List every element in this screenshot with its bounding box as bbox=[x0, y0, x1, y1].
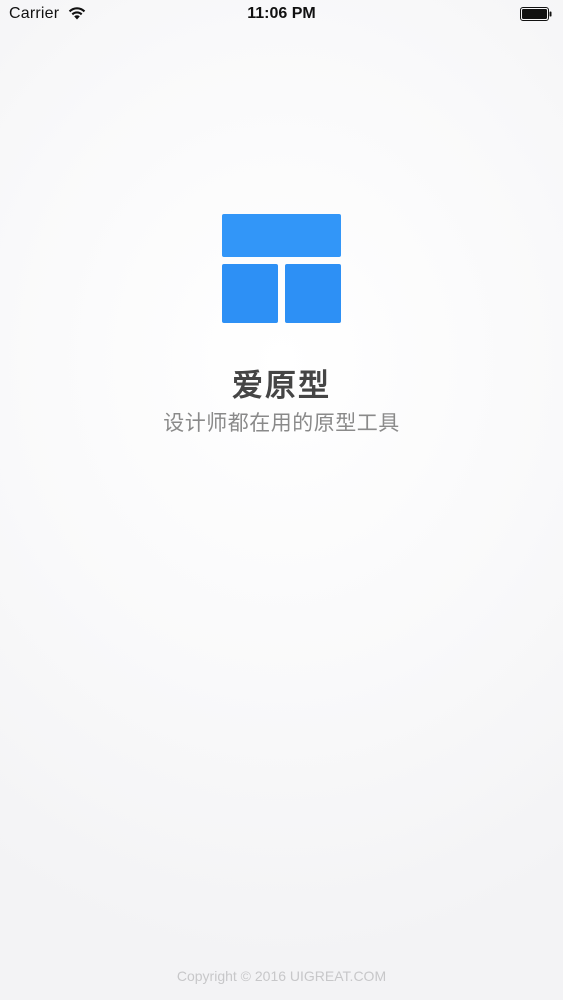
logo-bottom-left-block bbox=[222, 264, 278, 323]
logo-bottom-right-block bbox=[285, 264, 341, 323]
copyright-footer: Copyright © 2016 UIGREAT.COM bbox=[176, 968, 387, 984]
status-bar: Carrier 11:06 PM bbox=[0, 0, 563, 30]
battery-icon bbox=[520, 7, 552, 21]
app-name: 爱原型 bbox=[232, 368, 331, 404]
layout-logo-icon bbox=[222, 214, 341, 323]
app-tagline: 设计师都在用的原型工具 bbox=[163, 411, 400, 435]
status-time: 11:06 PM bbox=[247, 5, 316, 22]
logo-top-block bbox=[222, 214, 341, 257]
